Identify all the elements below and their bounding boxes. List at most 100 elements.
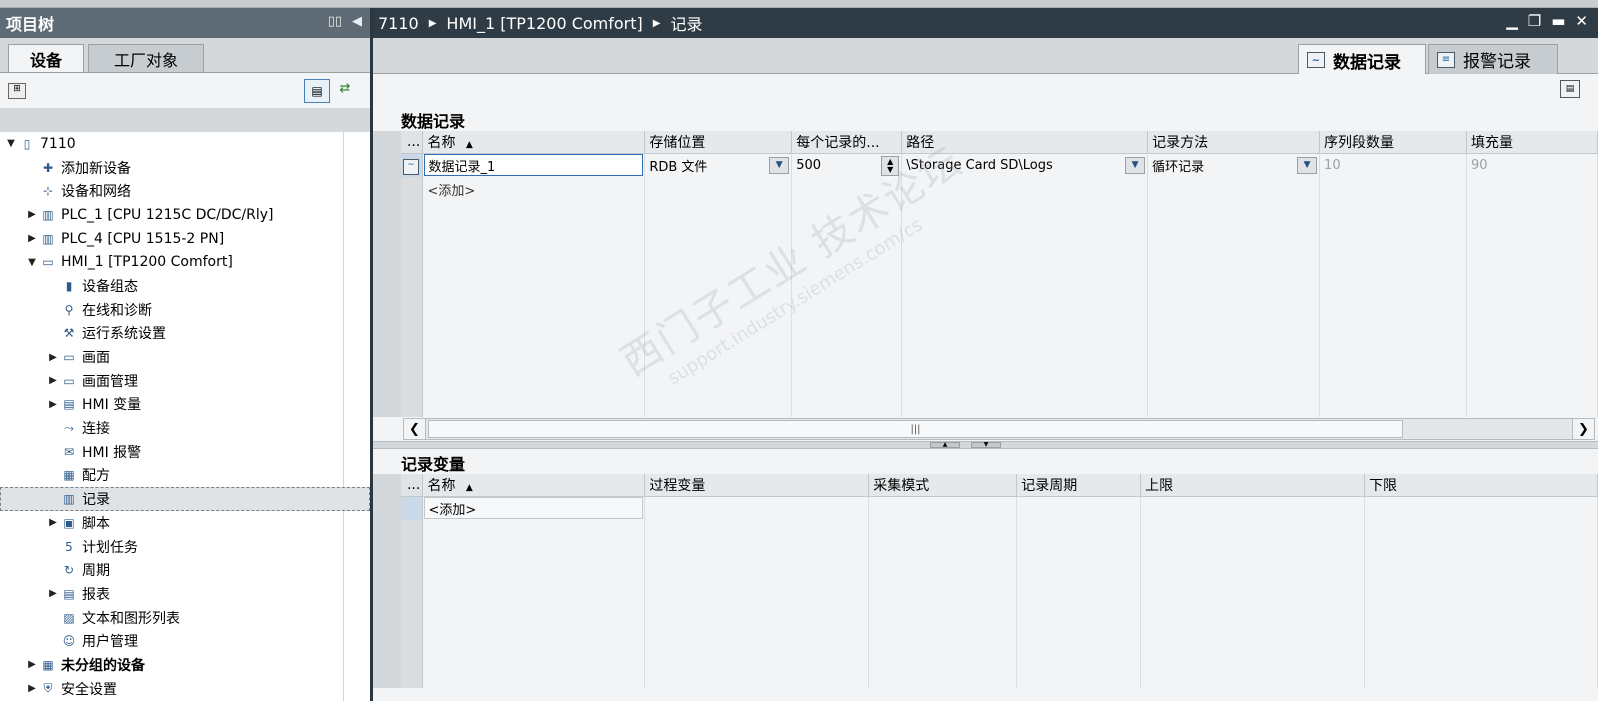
table-row-add[interactable]: <添加> [373,177,1598,201]
tree-item[interactable]: ✚ 添加新设备 [0,156,370,180]
tree-item[interactable]: ▦ 配方 [0,464,370,488]
tree-item-label: 7110 [40,135,76,152]
tab-data-logs[interactable]: ~ 数据记录 [1298,44,1426,75]
tree-item-label: 画面 [82,350,110,367]
cell-logging-method[interactable]: 循环记录 ▼ [1147,153,1321,177]
tree-item[interactable]: ⚲ 在线和诊断 [0,298,370,322]
column-path[interactable]: 路径 [901,131,1149,154]
column-records-per-log[interactable]: 每个记录的... [791,131,903,154]
cell-storage[interactable]: RDB 文件 ▼ [644,153,793,177]
column-lower-limit[interactable]: 下限 [1364,474,1598,497]
collapsed-arrow-icon[interactable]: ▶ [46,375,60,386]
tree-item[interactable]: ▶ ▦ 未分组的设备 [0,653,370,677]
overview-icon[interactable]: ▤ [304,79,330,103]
storage-dropdown-icon[interactable]: ▼ [769,156,790,174]
table-settings-icon[interactable]: ▤ [1560,80,1580,98]
tree-item[interactable]: ▶ ▥ PLC_1 [CPU 1215C DC/DC/Rly] [0,203,370,227]
collapsed-arrow-icon[interactable]: ▶ [46,399,60,410]
collapsed-arrow-icon[interactable]: ▶ [25,233,39,244]
scroll-left-icon[interactable]: ❮ [404,419,426,439]
sort-ascending-icon: ▲ [465,482,473,493]
column-fill-level[interactable]: 填充量 [1466,131,1598,154]
expanded-arrow-icon[interactable]: ▼ [25,257,39,268]
column-segments[interactable]: 序列段数量 [1319,131,1467,154]
table-row[interactable]: ~ 数据记录_1 RDB 文件 ▼ 500 ▲ ▼ \Storage Card SD\… [373,153,1598,177]
breadcrumb-separator-icon: ▶ [428,17,437,29]
tree-item-label: 报表 [82,586,110,603]
cell-fill-level[interactable]: 90 [1466,153,1598,177]
tree-item[interactable]: ☺ 用户管理 [0,629,370,653]
collapsed-arrow-icon[interactable]: ▶ [25,659,39,670]
sync-icon[interactable]: ⇄ [334,81,356,101]
collapse-panel-icon[interactable]: ◀ [352,14,362,29]
splitter-up-icon[interactable]: ▲ [930,442,960,448]
column-storage[interactable]: 存储位置 [644,131,793,154]
tree-item[interactable]: ▮ 设备组态 [0,274,370,298]
column-acquisition-mode[interactable]: 采集模式 [868,474,1018,497]
column-tag-name[interactable]: 名称 ▲ [422,474,646,497]
tree-item[interactable]: ▶ ▤ 报表 [0,582,370,606]
restore-icon[interactable]: ❐ [1528,12,1541,30]
plc-icon: ▥ [42,231,54,246]
maximize-icon[interactable]: ▬ [1551,12,1565,30]
breadcrumb-project[interactable]: 7110 [378,14,419,33]
expanded-arrow-icon[interactable]: ▼ [4,138,18,149]
tree-item[interactable]: ▶ ▥ PLC_4 [CPU 1515-2 PN] [0,227,370,251]
tree-item[interactable]: ▶ ▭ 画面 [0,345,370,369]
collapsed-arrow-icon[interactable]: ▶ [25,209,39,220]
tree-item[interactable]: 5 计划任务 [0,535,370,559]
tree-item[interactable]: ▨ 文本和图形列表 [0,606,370,630]
layout-toggle-icon[interactable]: ▯▯ [328,14,342,29]
column-process-tag[interactable]: 过程变量 [644,474,870,497]
horizontal-scrollbar[interactable]: ❮ ||| ❯ [403,418,1595,440]
method-dropdown-icon[interactable]: ▼ [1297,156,1318,174]
column-name[interactable]: 名称 ▲ [422,131,646,154]
pane-splitter[interactable]: ▲ ▼ [373,441,1598,449]
tab-devices[interactable]: 设备 [8,44,84,73]
cell-path[interactable]: \Storage Card SD\Logs ▼ [901,153,1149,177]
column-upper-limit[interactable]: 上限 [1140,474,1366,497]
tree-item[interactable]: ▶ ▣ 脚本 [0,511,370,535]
tree-item[interactable]: ↻ 周期 [0,558,370,582]
add-log-tag-cell[interactable]: <添加> [422,496,646,520]
tree-item[interactable]: ▶ ▭ 画面管理 [0,369,370,393]
column-logging-method[interactable]: 记录方法 [1147,131,1321,154]
scrollbar-thumb[interactable]: ||| [428,420,1403,438]
tree-item[interactable]: ⤳ 连接 [0,416,370,440]
collapsed-arrow-icon[interactable]: ▶ [46,352,60,363]
cell-name[interactable]: 数据记录_1 [422,153,646,177]
tree-item[interactable]: ✉ HMI 报警 [0,440,370,464]
collapsed-arrow-icon[interactable]: ▶ [25,683,39,694]
tree-item[interactable]: ⊹ 设备和网络 [0,179,370,203]
tree-item[interactable]: ▶ ▤ HMI 变量 [0,393,370,417]
tree-item-label: HMI 报警 [82,444,142,461]
tree-item[interactable]: ▶ ⛨ 安全设置 [0,677,370,701]
text-graphic-list-icon: ▨ [63,610,75,625]
scroll-right-icon[interactable]: ❯ [1572,419,1594,439]
script-icon: ▣ [63,515,75,530]
breadcrumb-device[interactable]: HMI_1 [TP1200 Comfort] [446,14,642,33]
project-tree: ▼ ▯ 7110 ✚ 添加新设备 ⊹ 设备和网络 ▶ ▥ PLC_1 [CPU 1215C DC/… [0,132,370,701]
records-stepper[interactable]: ▲ ▼ [881,155,900,176]
add-data-log-cell[interactable]: <添加> [422,177,646,201]
properties-icon[interactable]: ⊞ [8,83,26,99]
column-logging-cycle[interactable]: 记录周期 [1016,474,1142,497]
close-icon[interactable]: ✕ [1575,12,1588,30]
table-row-add[interactable]: <添加> [373,496,1598,520]
cell-records-per-log[interactable]: 500 ▲ ▼ [791,153,903,177]
cell-segments[interactable]: 10 [1319,153,1467,177]
collapsed-arrow-icon[interactable]: ▶ [46,588,60,599]
collapsed-arrow-icon[interactable]: ▶ [46,517,60,528]
tab-alarm-logs[interactable]: ≡ 报警记录 [1428,44,1558,74]
tree-item[interactable]: ▼ ▭ HMI_1 [TP1200 Comfort] [0,250,370,274]
tree-item[interactable]: ▥ 记录 [0,487,370,511]
path-dropdown-icon[interactable]: ▼ [1125,156,1146,174]
name-input[interactable]: 数据记录_1 [424,154,644,177]
minimize-icon[interactable]: ▁ [1506,12,1518,30]
tree-item[interactable]: ▼ ▯ 7110 [0,132,370,156]
tree-item-label: 运行系统设置 [82,326,166,343]
row-log-icon[interactable]: ~ [400,153,424,177]
tree-item[interactable]: ⚒ 运行系统设置 [0,322,370,346]
tab-plant-objects[interactable]: 工厂对象 [88,44,204,72]
splitter-down-icon[interactable]: ▼ [971,442,1001,448]
